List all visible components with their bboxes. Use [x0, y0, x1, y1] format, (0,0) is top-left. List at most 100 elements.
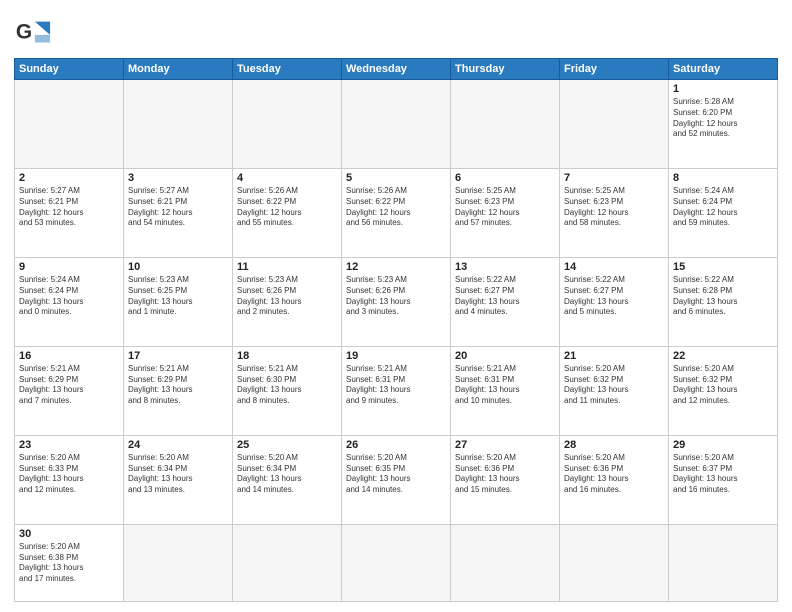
day-number: 9: [19, 261, 119, 273]
calendar-cell: 7Sunrise: 5:25 AM Sunset: 6:23 PM Daylig…: [560, 168, 669, 257]
day-info: Sunrise: 5:22 AM Sunset: 6:27 PM Dayligh…: [564, 275, 664, 318]
generalblue-logo-icon: G: [14, 14, 52, 52]
calendar-table: SundayMondayTuesdayWednesdayThursdayFrid…: [14, 58, 778, 602]
day-number: 18: [237, 350, 337, 362]
calendar-cell: [342, 80, 451, 169]
day-number: 30: [19, 528, 119, 540]
calendar-cell: [233, 524, 342, 601]
day-number: 27: [455, 439, 555, 451]
day-info: Sunrise: 5:20 AM Sunset: 6:38 PM Dayligh…: [19, 542, 119, 585]
calendar-cell: 19 Sunrise: 5:21 AM Sunset: 6:31 PM Dayli…: [342, 346, 451, 435]
day-info: Sunrise: 5:20 AM Sunset: 6:34 PM Dayligh…: [128, 453, 228, 496]
day-number: 6: [455, 172, 555, 184]
calendar-cell: [560, 524, 669, 601]
calendar-cell: 11 Sunrise: 5:23 AM Sunset: 6:26 PM Dayli…: [233, 257, 342, 346]
day-info: Sunrise: 5:20 AM Sunset: 6:32 PM Dayligh…: [564, 364, 664, 407]
day-number: 11: [237, 261, 337, 273]
day-info: Sunrise: 5:21 AM Sunset: 6:31 PM Dayligh…: [346, 364, 446, 407]
calendar-cell: 27 Sunrise: 5:20 AM Sunset: 6:36 PM Dayli…: [451, 435, 560, 524]
calendar-cell: 17 Sunrise: 5:21 AM Sunset: 6:29 PM Dayli…: [124, 346, 233, 435]
calendar-day-header: Tuesday: [233, 59, 342, 80]
calendar-week-row: 16 Sunrise: 5:21 AM Sunset: 6:29 PM Dayli…: [15, 346, 778, 435]
calendar-cell: [124, 524, 233, 601]
day-info: Sunrise: 5:20 AM Sunset: 6:33 PM Dayligh…: [19, 453, 119, 496]
day-info: Sunrise: 5:23 AM Sunset: 6:26 PM Dayligh…: [237, 275, 337, 318]
calendar-day-header: Thursday: [451, 59, 560, 80]
calendar-cell: [669, 524, 778, 601]
calendar-cell: [15, 80, 124, 169]
day-number: 13: [455, 261, 555, 273]
day-number: 15: [673, 261, 773, 273]
day-number: 28: [564, 439, 664, 451]
day-info: Sunrise: 5:27 AM Sunset: 6:21 PM Dayligh…: [19, 186, 119, 229]
header: G: [14, 10, 778, 52]
day-number: 29: [673, 439, 773, 451]
calendar-cell: 13 Sunrise: 5:22 AM Sunset: 6:27 PM Dayli…: [451, 257, 560, 346]
day-number: 14: [564, 261, 664, 273]
calendar-day-header: Monday: [124, 59, 233, 80]
day-info: Sunrise: 5:21 AM Sunset: 6:29 PM Dayligh…: [128, 364, 228, 407]
day-info: Sunrise: 5:20 AM Sunset: 6:35 PM Dayligh…: [346, 453, 446, 496]
calendar-cell: 23 Sunrise: 5:20 AM Sunset: 6:33 PM Dayli…: [15, 435, 124, 524]
day-number: 10: [128, 261, 228, 273]
calendar-week-row: 1 Sunrise: 5:28 AM Sunset: 6:20 PM Daylig…: [15, 80, 778, 169]
calendar-cell: 8 Sunrise: 5:24 AM Sunset: 6:24 PM Daylig…: [669, 168, 778, 257]
calendar-cell: 10 Sunrise: 5:23 AM Sunset: 6:25 PM Dayli…: [124, 257, 233, 346]
calendar-day-header: Friday: [560, 59, 669, 80]
day-number: 24: [128, 439, 228, 451]
calendar-cell: 15Sunrise: 5:22 AM Sunset: 6:28 PM Dayli…: [669, 257, 778, 346]
day-number: 21: [564, 350, 664, 362]
calendar-cell: 2 Sunrise: 5:27 AM Sunset: 6:21 PM Daylig…: [15, 168, 124, 257]
calendar-cell: [451, 524, 560, 601]
calendar-cell: [560, 80, 669, 169]
calendar-cell: 25Sunrise: 5:20 AM Sunset: 6:34 PM Dayli…: [233, 435, 342, 524]
page: G SundayMondayTuesdayWednesdayThursdayFr…: [0, 0, 792, 612]
day-info: Sunrise: 5:23 AM Sunset: 6:25 PM Dayligh…: [128, 275, 228, 318]
day-number: 25: [237, 439, 337, 451]
day-info: Sunrise: 5:24 AM Sunset: 6:24 PM Dayligh…: [673, 186, 773, 229]
calendar-cell: [233, 80, 342, 169]
day-number: 1: [673, 83, 773, 95]
day-info: Sunrise: 5:22 AM Sunset: 6:27 PM Dayligh…: [455, 275, 555, 318]
calendar-header-row: SundayMondayTuesdayWednesdayThursdayFrid…: [15, 59, 778, 80]
day-info: Sunrise: 5:20 AM Sunset: 6:37 PM Dayligh…: [673, 453, 773, 496]
day-number: 20: [455, 350, 555, 362]
day-number: 19: [346, 350, 446, 362]
calendar-cell: 9 Sunrise: 5:24 AM Sunset: 6:24 PM Daylig…: [15, 257, 124, 346]
day-info: Sunrise: 5:26 AM Sunset: 6:22 PM Dayligh…: [237, 186, 337, 229]
calendar-cell: 5Sunrise: 5:26 AM Sunset: 6:22 PM Daylig…: [342, 168, 451, 257]
calendar-cell: 4Sunrise: 5:26 AM Sunset: 6:22 PM Daylig…: [233, 168, 342, 257]
calendar-cell: 3Sunrise: 5:27 AM Sunset: 6:21 PM Daylig…: [124, 168, 233, 257]
svg-text:G: G: [16, 21, 32, 44]
day-info: Sunrise: 5:23 AM Sunset: 6:26 PM Dayligh…: [346, 275, 446, 318]
day-info: Sunrise: 5:24 AM Sunset: 6:24 PM Dayligh…: [19, 275, 119, 318]
day-number: 8: [673, 172, 773, 184]
logo: G: [14, 14, 56, 52]
day-info: Sunrise: 5:20 AM Sunset: 6:36 PM Dayligh…: [455, 453, 555, 496]
calendar-cell: 24 Sunrise: 5:20 AM Sunset: 6:34 PM Dayli…: [124, 435, 233, 524]
calendar-day-header: Wednesday: [342, 59, 451, 80]
day-info: Sunrise: 5:25 AM Sunset: 6:23 PM Dayligh…: [455, 186, 555, 229]
calendar-cell: 12 Sunrise: 5:23 AM Sunset: 6:26 PM Dayli…: [342, 257, 451, 346]
calendar-cell: 20Sunrise: 5:21 AM Sunset: 6:31 PM Dayli…: [451, 346, 560, 435]
day-number: 2: [19, 172, 119, 184]
calendar-cell: 6 Sunrise: 5:25 AM Sunset: 6:23 PM Daylig…: [451, 168, 560, 257]
day-number: 3: [128, 172, 228, 184]
calendar-week-row: 23 Sunrise: 5:20 AM Sunset: 6:33 PM Dayli…: [15, 435, 778, 524]
day-number: 16: [19, 350, 119, 362]
day-number: 23: [19, 439, 119, 451]
calendar-cell: 16Sunrise: 5:21 AM Sunset: 6:29 PM Dayli…: [15, 346, 124, 435]
calendar-cell: 28Sunrise: 5:20 AM Sunset: 6:36 PM Dayli…: [560, 435, 669, 524]
calendar-week-row: 2 Sunrise: 5:27 AM Sunset: 6:21 PM Daylig…: [15, 168, 778, 257]
day-info: Sunrise: 5:28 AM Sunset: 6:20 PM Dayligh…: [673, 97, 773, 140]
day-number: 17: [128, 350, 228, 362]
calendar-cell: [124, 80, 233, 169]
calendar-cell: 26Sunrise: 5:20 AM Sunset: 6:35 PM Dayli…: [342, 435, 451, 524]
day-number: 12: [346, 261, 446, 273]
calendar-cell: [451, 80, 560, 169]
calendar-day-header: Saturday: [669, 59, 778, 80]
calendar-cell: 1 Sunrise: 5:28 AM Sunset: 6:20 PM Daylig…: [669, 80, 778, 169]
day-number: 5: [346, 172, 446, 184]
calendar-cell: 14 Sunrise: 5:22 AM Sunset: 6:27 PM Dayli…: [560, 257, 669, 346]
calendar-cell: [342, 524, 451, 601]
